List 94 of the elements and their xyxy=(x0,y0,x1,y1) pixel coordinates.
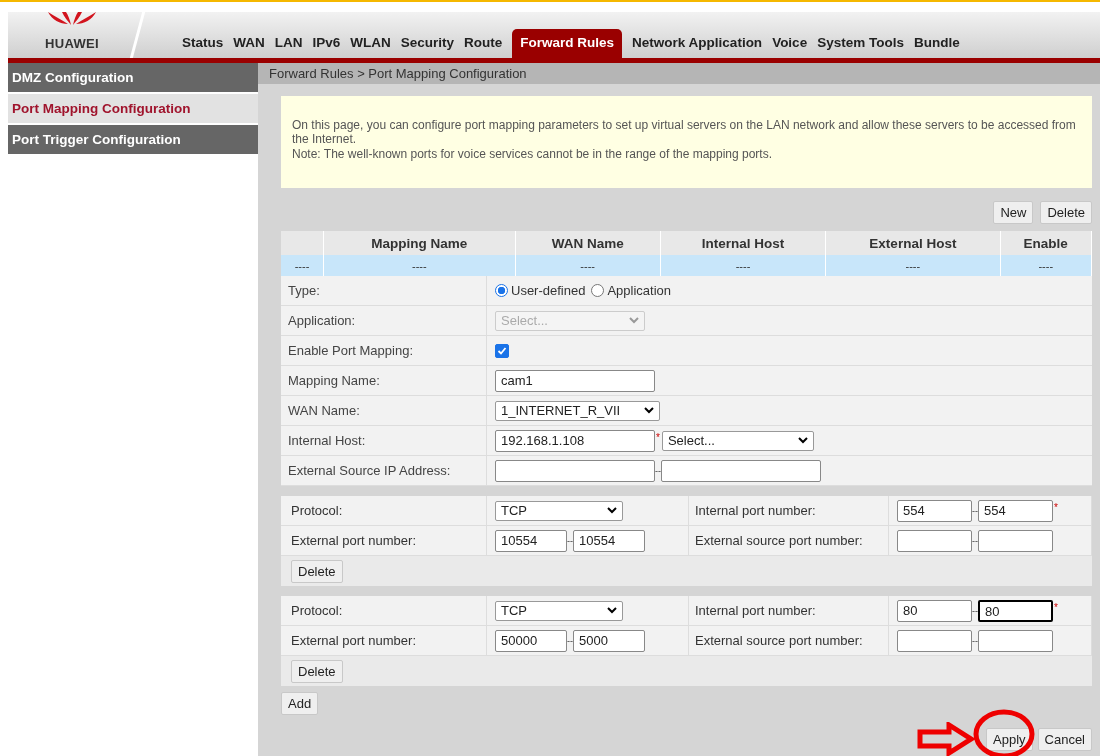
nav-tab[interactable]: Network Application xyxy=(627,29,768,58)
field-label: WAN Name: xyxy=(288,403,360,418)
delete-rule-button[interactable]: Delete xyxy=(291,559,343,583)
circle-annotation-icon xyxy=(973,709,1035,756)
field-label: External port number: xyxy=(291,533,416,548)
range-separator: -- xyxy=(972,635,978,646)
table-action-button[interactable]: Delete xyxy=(1040,201,1092,224)
column-header: External Host xyxy=(825,231,1000,255)
required-mark: * xyxy=(1054,602,1058,613)
field-label: Enable Port Mapping: xyxy=(288,343,414,358)
field-label: External port number: xyxy=(291,633,416,648)
delete-rule-button[interactable]: Delete xyxy=(291,659,343,683)
sidebar-item[interactable]: Port Mapping Configuration xyxy=(8,94,258,123)
form-action-button[interactable]: Cancel xyxy=(1037,727,1092,751)
range-separator: -- xyxy=(972,505,978,516)
field-label: Application: xyxy=(288,313,356,328)
brand-name: HUAWEI xyxy=(45,36,99,51)
port-field[interactable]: 80 xyxy=(897,599,972,622)
nav-tab[interactable]: Forward Rules xyxy=(512,29,623,58)
radio-button[interactable] xyxy=(591,284,605,297)
nav-tab[interactable]: WAN xyxy=(228,29,270,58)
port-field[interactable]: 10554 xyxy=(573,529,645,552)
table-cell: ---- xyxy=(825,255,1000,276)
nav-tab[interactable]: System Tools xyxy=(812,29,909,58)
port-field[interactable]: 554 xyxy=(978,499,1053,522)
add-button[interactable]: Add xyxy=(281,692,319,715)
host-dropdown[interactable]: Select... xyxy=(661,430,814,451)
table-cell: ---- xyxy=(281,255,324,276)
chevron-down-icon xyxy=(797,437,808,444)
table-cell: ---- xyxy=(515,255,661,276)
protocol-dropdown[interactable]: TCP xyxy=(495,600,623,621)
table-cell: ---- xyxy=(323,255,516,276)
range-separator: -- xyxy=(972,605,978,616)
port-field[interactable]: 50000 xyxy=(495,629,567,652)
ip-field[interactable] xyxy=(495,459,655,482)
port-field[interactable] xyxy=(978,529,1053,552)
chevron-down-icon xyxy=(644,407,654,414)
column-header: Internal Host xyxy=(660,231,826,255)
radio-label: User-defined xyxy=(511,283,586,298)
range-separator: -- xyxy=(655,465,661,476)
info-text: On this page, you can configure port mapping parameters to set up virtual servers on the LAN network and allow these servers to be accessed from the Internet. xyxy=(292,118,1077,147)
port-field[interactable]: 10554 xyxy=(495,529,567,552)
ip-field[interactable]: 192.168.1.108 xyxy=(495,429,655,452)
sidebar-item[interactable]: Port Trigger Configuration xyxy=(8,125,258,154)
range-separator: -- xyxy=(567,535,573,546)
port-field[interactable]: 80 xyxy=(978,599,1053,622)
port-field[interactable] xyxy=(897,629,972,652)
breadcrumb: Forward Rules > Port Mapping Configuration xyxy=(269,66,527,81)
field-label: Internal Host: xyxy=(288,433,366,448)
nav-tab[interactable]: Bundle xyxy=(908,29,965,58)
field-label: Protocol: xyxy=(291,603,343,618)
column-header: Enable xyxy=(1000,231,1092,255)
port-field[interactable] xyxy=(978,629,1053,652)
nav-tab[interactable]: LAN xyxy=(269,29,308,58)
chevron-down-icon xyxy=(629,317,639,324)
radio-button[interactable] xyxy=(495,284,508,297)
table-cell: ---- xyxy=(1000,255,1092,276)
nav-tab[interactable]: Voice xyxy=(767,29,813,58)
field-label: Mapping Name: xyxy=(288,373,380,388)
nav-tab[interactable]: Route xyxy=(459,29,508,58)
radio-label: Application xyxy=(607,283,672,298)
sidebar-item[interactable]: DMZ Configuration xyxy=(8,63,258,92)
field-label: External source port number: xyxy=(695,533,863,548)
port-field[interactable] xyxy=(897,529,972,552)
text-field[interactable]: cam1 xyxy=(495,369,655,392)
info-text: Note: The well-known ports for voice services cannot be in the range of the mapping ports. xyxy=(292,146,774,162)
protocol-dropdown[interactable]: TCP xyxy=(495,500,623,521)
range-separator: -- xyxy=(567,635,573,646)
field-label: Protocol: xyxy=(291,503,343,518)
column-header: Mapping Name xyxy=(323,231,516,255)
nav-tab[interactable]: Security xyxy=(395,29,460,58)
chevron-down-icon xyxy=(607,607,617,614)
column-header: WAN Name xyxy=(515,231,661,255)
field-label: External Source IP Address: xyxy=(288,463,451,478)
table-action-button[interactable]: New xyxy=(993,201,1034,224)
ip-field[interactable] xyxy=(661,459,821,482)
nav-tab[interactable]: Status xyxy=(177,29,229,58)
chevron-down-icon xyxy=(607,507,617,514)
dropdown[interactable]: 1_INTERNET_R_VII xyxy=(495,400,660,421)
table-cell: ---- xyxy=(660,255,826,276)
field-label: Type: xyxy=(288,283,320,298)
port-field[interactable]: 554 xyxy=(897,499,972,522)
required-mark: * xyxy=(656,432,660,443)
range-separator: -- xyxy=(972,535,978,546)
arrow-annotation-icon xyxy=(917,722,975,756)
checkbox[interactable] xyxy=(495,343,509,358)
required-mark: * xyxy=(1054,502,1058,513)
field-label: External source port number: xyxy=(695,633,863,648)
form-action-button[interactable]: Apply xyxy=(986,727,1033,751)
nav-tab[interactable]: IPv6 xyxy=(307,29,346,58)
field-label: Internal port number: xyxy=(695,603,816,618)
nav-tab[interactable]: WLAN xyxy=(345,29,396,58)
field-label: Internal port number: xyxy=(695,503,816,518)
port-field[interactable]: 5000 xyxy=(573,629,645,652)
